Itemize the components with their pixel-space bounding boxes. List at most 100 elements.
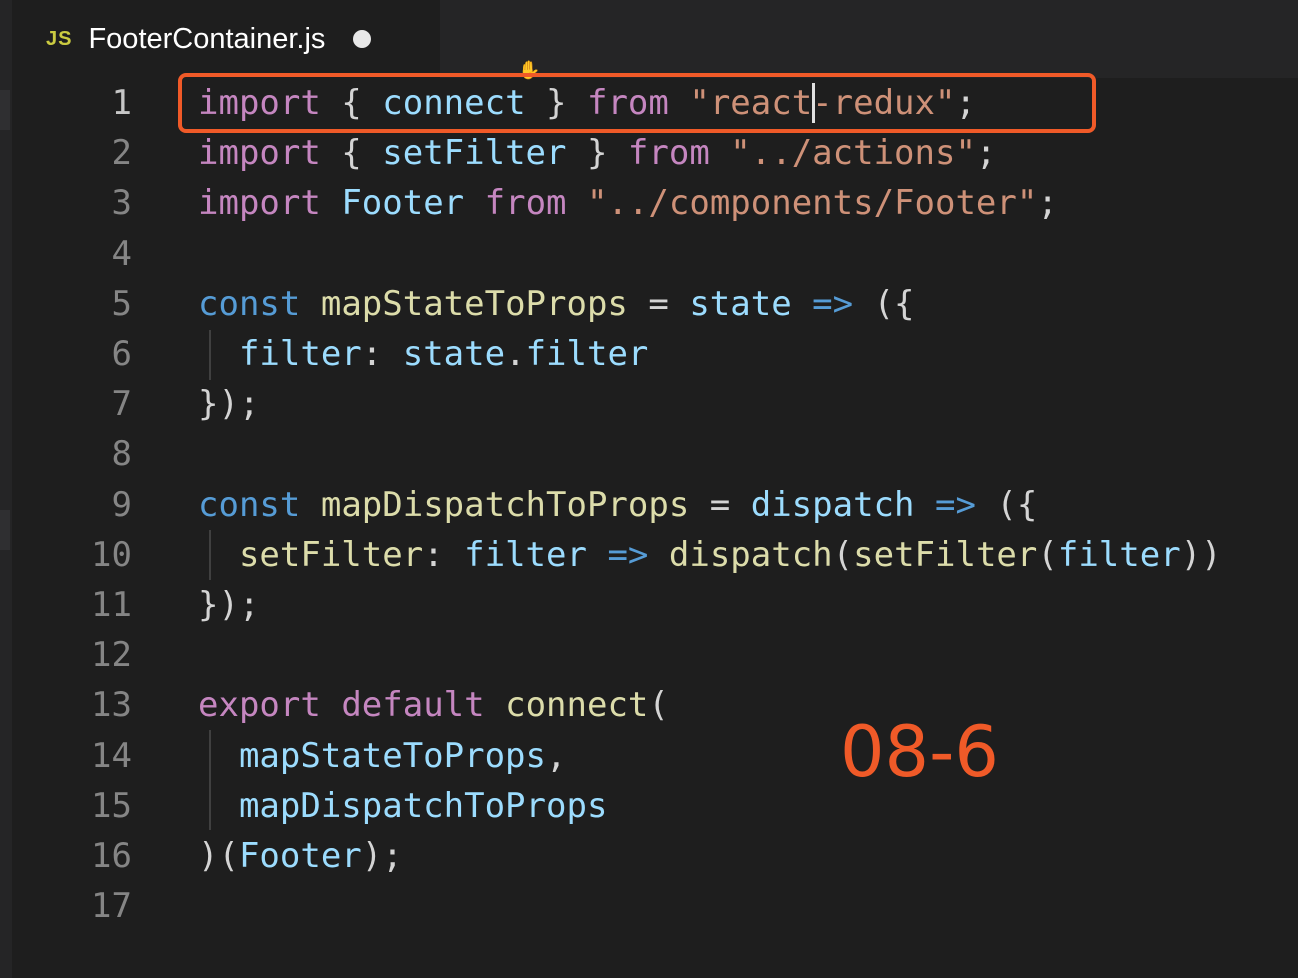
code-text: export default connect( [198,680,669,730]
tab-footer-container[interactable]: JS FooterContainer.js [12,0,440,78]
code-token: : [361,334,403,374]
line-number: 4 [111,233,132,274]
code-text: import Footer from "../components/Footer… [198,178,1058,228]
js-file-icon: JS [46,27,73,50]
code-token: const [198,484,301,525]
code-token: state [402,334,506,374]
code-token: filter [1057,534,1181,575]
code-token: Footer [238,836,362,876]
code-token: "../actions" [730,133,976,174]
code-token: ; [975,133,997,174]
code-line[interactable]: 13 export default connect( [12,680,1298,730]
line-number: 13 [91,685,132,726]
line-number: 1 [111,83,132,123]
code-token: ({ [853,283,915,324]
line-number: 14 [91,735,132,776]
activity-bar-marker [0,90,10,130]
line-number: 15 [91,785,132,826]
code-text: mapDispatchToProps [198,781,607,831]
code-token: } [566,133,628,174]
line-number: 16 [91,836,132,876]
code-token: connect [505,685,649,726]
code-line[interactable]: 5 const mapStateToProps = state => ({ [12,279,1298,329]
line-number: 11 [91,585,132,625]
code-token: = [627,283,690,324]
code-token: filter [525,334,649,374]
code-text: setFilter: filter => dispatch(setFilter(… [198,530,1222,580]
code-line[interactable]: 11}); [12,580,1298,630]
editor-window: JS FooterContainer.js ✋ 1 import { connec… [0,0,1298,978]
code-line[interactable]: 6 filter: state.filter [12,329,1298,379]
code-token: , [546,735,567,776]
line-number: 8 [111,434,132,475]
code-line[interactable]: 2 import { setFilter } from "../actions"; [12,128,1298,178]
code-token: setFilter [382,133,567,174]
code-token: mapStateToProps [320,283,628,324]
code-line[interactable]: 8 [12,429,1298,479]
activity-bar-marker [0,510,10,550]
tab-filename: FooterContainer.js [88,22,326,55]
code-token: filter [238,334,362,374]
code-editor[interactable]: 1 import { connect } from "react-redux"; 2… [12,73,1298,978]
activity-bar [0,0,12,978]
code-token: state [689,283,792,324]
line-number: 9 [111,484,132,525]
code-text: import { setFilter } from "../actions"; [198,128,996,178]
code-token: => [607,534,649,575]
code-token: ); [361,836,403,876]
code-line[interactable]: 9 const mapDispatchToProps = dispatch => … [12,480,1298,530]
code-line[interactable]: 15 mapDispatchToProps [12,781,1298,831]
code-text: mapStateToProps, [198,731,567,781]
line-number: 7 [111,384,132,425]
code-token: ; [1037,183,1058,224]
line-number: 5 [111,283,132,324]
code-token: => [812,283,854,324]
code-line[interactable]: 4 [12,229,1298,279]
code-line[interactable]: 3 import Footer from "../components/Foote… [12,178,1298,228]
line-number: 10 [91,534,132,575]
code-line[interactable]: 17 [12,881,1298,931]
code-line[interactable]: 7}); [12,379,1298,429]
code-token: mapDispatchToProps [238,785,608,826]
code-line[interactable]: 14 mapStateToProps, [12,731,1298,781]
code-token: ( [832,534,854,575]
code-line[interactable]: 16)(Footer); [12,831,1298,881]
code-token: "../components/Footer" [587,183,1038,224]
code-token: from [627,133,710,174]
code-text: }); [198,580,259,630]
highlight-box [178,73,1096,133]
code-text: const mapStateToProps = state => ({ [198,279,915,329]
code-text: }); [198,379,259,429]
code-line[interactable]: 12 [12,630,1298,680]
line-number: 2 [111,133,132,174]
code-token: { [320,133,383,174]
code-token: export [198,685,321,726]
code-line[interactable]: 1 import { connect } from "react-redux"; [12,73,1298,133]
code-token: ({ [975,484,1038,525]
code-token: setFilter [238,534,424,575]
code-text: const mapDispatchToProps = dispatch => (… [198,480,1037,530]
code-token: from [484,183,567,224]
code-token: }); [198,585,260,625]
unsaved-dot-icon[interactable] [353,30,372,48]
code-token: setFilter [853,534,1038,575]
code-text: filter: state.filter [198,329,648,379]
code-token: const [198,283,301,324]
code-line[interactable]: 10 setFilter: filter => dispatch(setFilt… [12,530,1298,580]
code-token: dispatch [750,484,915,525]
code-token: filter [464,534,587,575]
text-cursor [812,83,816,123]
